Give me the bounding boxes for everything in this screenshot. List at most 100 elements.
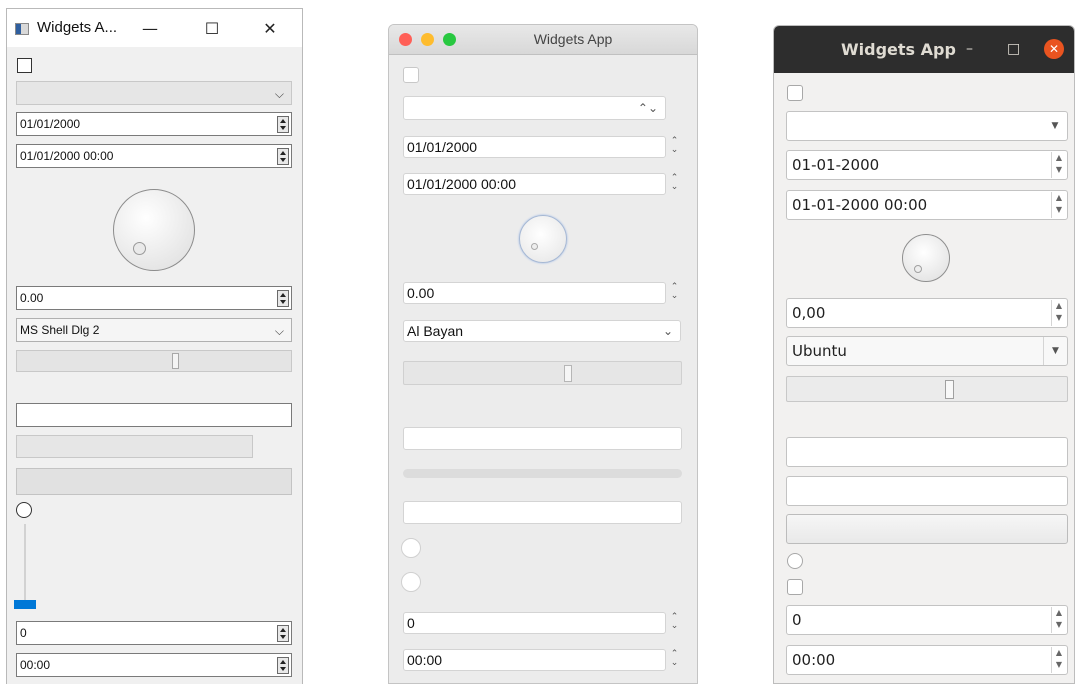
vertical-slider-track[interactable] bbox=[24, 524, 26, 602]
spinbox[interactable]: 0 ▲ ▼ bbox=[786, 605, 1068, 635]
windows-window: Widgets A... — ☐ ✕ ⌵ 01/01/2000 01/01/20… bbox=[6, 8, 303, 684]
dial[interactable] bbox=[113, 189, 195, 271]
maximize-button[interactable]: □ bbox=[1007, 41, 1020, 57]
chevron-down-icon: ⌄ bbox=[662, 324, 673, 338]
line-edit[interactable] bbox=[786, 476, 1068, 506]
spin-arrows-icon[interactable] bbox=[277, 116, 289, 133]
dial-notch bbox=[133, 242, 146, 255]
font-value: Ubuntu bbox=[792, 342, 847, 360]
double-spinbox[interactable]: 0.00 bbox=[16, 286, 292, 310]
line-edit[interactable] bbox=[403, 427, 682, 450]
date-value: 01/01/2000 bbox=[407, 139, 478, 155]
spin-value: 0 bbox=[407, 615, 415, 631]
chevron-down-icon: ⌵ bbox=[274, 324, 284, 338]
time-edit[interactable]: 00:00 bbox=[403, 649, 666, 671]
datetime-edit[interactable]: 01/01/2000 00:00 bbox=[403, 173, 666, 195]
horizontal-slider[interactable] bbox=[403, 361, 682, 385]
vertical-slider-handle[interactable] bbox=[14, 600, 36, 609]
slider-handle[interactable] bbox=[172, 353, 179, 369]
spinbox[interactable]: 0 bbox=[16, 621, 292, 645]
datetime-value: 01/01/2000 00:00 bbox=[20, 149, 114, 163]
window-title: Widgets App bbox=[533, 31, 613, 47]
date-edit[interactable]: 01/01/2000 bbox=[16, 112, 292, 136]
date-value: 01/01/2000 bbox=[20, 117, 81, 131]
spin-arrows-icon[interactable]: ▲ ▼ bbox=[1051, 647, 1066, 673]
font-combobox[interactable]: Al Bayan ⌄ bbox=[403, 320, 681, 342]
combobox[interactable]: ⌵ bbox=[16, 81, 292, 105]
spin-arrows-icon[interactable]: ▲ ▼ bbox=[1051, 607, 1066, 633]
mac-titlebar: Widgets App bbox=[389, 25, 697, 55]
combobox[interactable]: ▼ bbox=[786, 111, 1068, 141]
stepper-icon[interactable]: ⌃ ⌄ bbox=[669, 137, 680, 157]
line-edit[interactable] bbox=[16, 403, 292, 427]
minimize-button[interactable]: — bbox=[135, 18, 165, 40]
font-value: MS Shell Dlg 2 bbox=[20, 323, 100, 337]
ubuntu-titlebar: Widgets App – □ ✕ bbox=[774, 26, 1074, 73]
spin-arrows-icon[interactable]: ▲ ▼ bbox=[1051, 192, 1066, 218]
spin-arrows-icon[interactable]: ▲ ▼ bbox=[1051, 152, 1066, 178]
updown-chevron-icon: ⌃⌄ bbox=[637, 101, 658, 115]
dial[interactable] bbox=[902, 234, 950, 282]
spinbox[interactable]: 0 bbox=[403, 612, 666, 634]
radio-button[interactable] bbox=[787, 553, 803, 569]
dropdown-arrow-icon: ▼ bbox=[1043, 337, 1067, 365]
spin-arrows-icon[interactable] bbox=[277, 290, 289, 307]
push-button[interactable] bbox=[403, 501, 682, 524]
line-edit[interactable] bbox=[786, 437, 1068, 467]
close-button[interactable]: ✕ bbox=[1044, 39, 1064, 59]
spin-value: 0 bbox=[792, 611, 802, 629]
time-edit[interactable]: 00:00 ▲ ▼ bbox=[786, 645, 1068, 675]
maximize-button[interactable]: ☐ bbox=[197, 18, 227, 40]
radio-button[interactable] bbox=[401, 572, 421, 592]
spin-arrows-icon[interactable]: ▲ ▼ bbox=[1051, 300, 1066, 326]
double-value: 0.00 bbox=[20, 291, 44, 305]
date-value: 01-01-2000 bbox=[792, 156, 880, 174]
radio-button[interactable] bbox=[16, 502, 32, 518]
checkbox[interactable] bbox=[787, 85, 803, 101]
time-edit[interactable]: 00:00 bbox=[16, 653, 292, 677]
minimize-button[interactable]: – bbox=[966, 41, 973, 57]
double-value: 0.00 bbox=[407, 285, 435, 301]
font-combobox[interactable]: Ubuntu ▼ bbox=[786, 336, 1068, 366]
chevron-down-icon: ⌵ bbox=[274, 87, 284, 101]
dial-notch bbox=[531, 243, 538, 250]
slider-handle[interactable] bbox=[564, 365, 572, 382]
double-spinbox[interactable]: 0.00 bbox=[403, 282, 666, 304]
close-button[interactable]: ✕ bbox=[255, 18, 285, 40]
double-spinbox[interactable]: 0,00 ▲ ▼ bbox=[786, 298, 1068, 328]
dial[interactable] bbox=[519, 215, 567, 263]
spin-arrows-icon[interactable] bbox=[277, 625, 289, 642]
mac-window: Widgets App ⌃⌄ 01/01/2000 ⌃ ⌄ 01/01/2000 … bbox=[388, 24, 698, 684]
datetime-edit[interactable]: 01-01-2000 00:00 ▲ ▼ bbox=[786, 190, 1068, 220]
datetime-value: 01/01/2000 00:00 bbox=[407, 176, 516, 192]
checkbox[interactable] bbox=[787, 579, 803, 595]
checkbox[interactable] bbox=[403, 67, 419, 83]
window-title: Widgets A... bbox=[37, 19, 118, 36]
progress-bar bbox=[403, 469, 682, 478]
checkbox[interactable] bbox=[17, 58, 32, 73]
datetime-edit[interactable]: 01/01/2000 00:00 bbox=[16, 144, 292, 168]
windows-titlebar: Widgets A... — ☐ ✕ bbox=[7, 9, 302, 47]
combobox[interactable]: ⌃⌄ bbox=[403, 96, 666, 120]
time-value: 00:00 bbox=[20, 658, 51, 672]
stepper-icon[interactable]: ⌃ ⌄ bbox=[669, 613, 680, 633]
date-edit[interactable]: 01/01/2000 bbox=[403, 136, 666, 158]
spin-arrows-icon[interactable] bbox=[277, 657, 289, 674]
slider-handle[interactable] bbox=[945, 380, 954, 399]
time-value: 00:00 bbox=[792, 651, 836, 669]
date-edit[interactable]: 01-01-2000 ▲ ▼ bbox=[786, 150, 1068, 180]
horizontal-slider[interactable] bbox=[16, 350, 292, 372]
push-button[interactable] bbox=[16, 468, 292, 495]
radio-button[interactable] bbox=[401, 538, 421, 558]
time-value: 00:00 bbox=[407, 652, 443, 668]
stepper-icon[interactable]: ⌃ ⌄ bbox=[669, 283, 680, 303]
stepper-icon[interactable]: ⌃ ⌄ bbox=[669, 650, 680, 670]
stepper-icon[interactable]: ⌃ ⌄ bbox=[669, 174, 680, 194]
font-combobox[interactable]: MS Shell Dlg 2 ⌵ bbox=[16, 318, 292, 342]
double-value: 0,00 bbox=[792, 304, 826, 322]
push-button[interactable] bbox=[786, 514, 1068, 544]
datetime-value: 01-01-2000 00:00 bbox=[792, 196, 928, 214]
window-title: Widgets App bbox=[841, 40, 956, 59]
horizontal-slider[interactable] bbox=[786, 376, 1068, 402]
spin-arrows-icon[interactable] bbox=[277, 148, 289, 165]
